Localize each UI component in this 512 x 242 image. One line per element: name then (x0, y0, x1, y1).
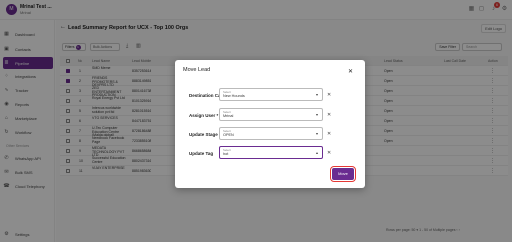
move-lead-dialog: Move Lead ✕ Destination Campaign Select … (175, 60, 365, 188)
assign-user-label: Assign User * (189, 113, 219, 118)
update-tag-label: Update Tag (189, 151, 214, 156)
chevron-up-icon: ▴ (315, 150, 318, 155)
move-button[interactable]: Move (330, 166, 356, 182)
clear-stage-icon[interactable]: ✕ (327, 131, 331, 137)
chevron-down-icon: ▾ (315, 92, 318, 97)
clear-user-icon[interactable]: ✕ (327, 112, 331, 118)
field-value: hot (223, 152, 229, 156)
close-icon[interactable]: ✕ (348, 68, 353, 75)
field-value: OPEN (223, 133, 234, 137)
dialog-title: Move Lead (183, 67, 211, 73)
update-tag-select[interactable]: Select hot ▴ (219, 146, 323, 159)
update-stage-label: Update Stage (189, 132, 218, 137)
field-value: New Hounds (223, 94, 245, 98)
assign-user-select[interactable]: Select Mrinal ▾ (219, 108, 323, 121)
clear-tag-icon[interactable]: ✕ (327, 150, 331, 156)
destination-campaign-select[interactable]: Select New Hounds ▾ (219, 88, 323, 101)
chevron-down-icon: ▾ (315, 112, 318, 117)
update-stage-select[interactable]: Select OPEN ▾ (219, 127, 323, 140)
chevron-down-icon: ▾ (315, 131, 318, 136)
field-value: Mrinal (223, 114, 234, 118)
clear-campaign-icon[interactable]: ✕ (327, 92, 331, 98)
